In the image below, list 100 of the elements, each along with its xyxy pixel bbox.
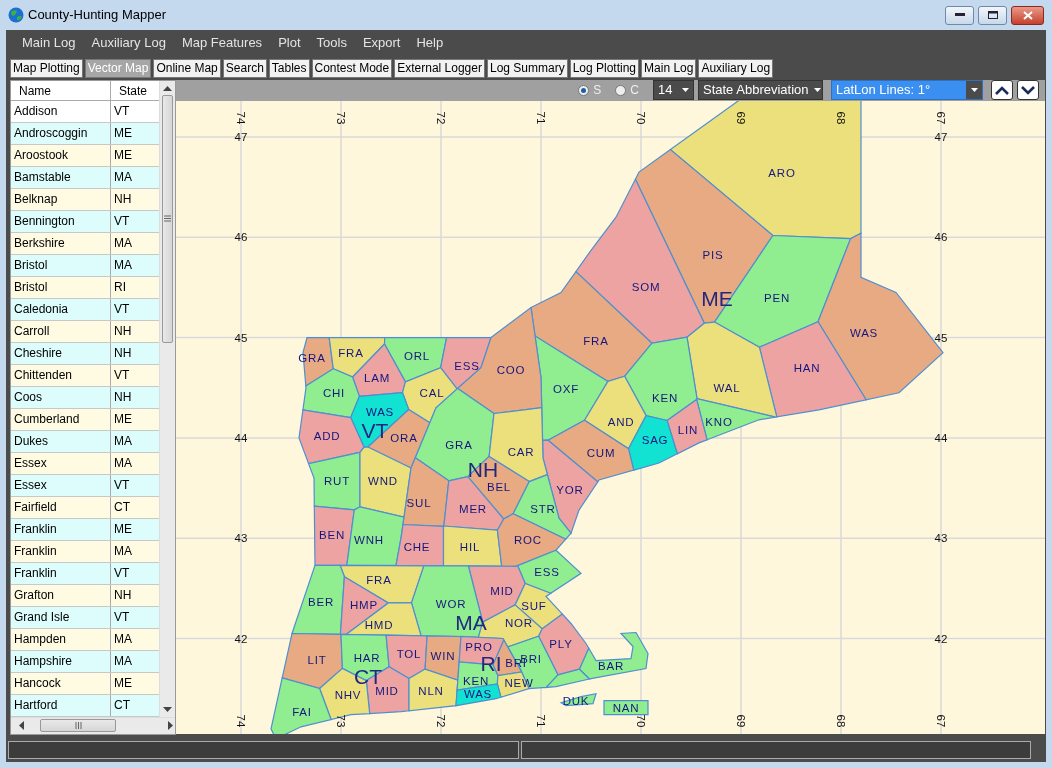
scroll-thumb[interactable] — [40, 719, 116, 733]
maximize-button[interactable] — [978, 5, 1007, 25]
grip-icon — [74, 722, 82, 730]
county-region[interactable] — [603, 699, 649, 715]
tab[interactable]: Log Plotting — [569, 59, 640, 79]
table-row[interactable]: Essex VT — [11, 474, 159, 497]
tab[interactable]: Online Map — [153, 59, 221, 79]
table-row[interactable]: Hancock ME — [11, 672, 159, 695]
county-label: LIT — [307, 653, 327, 666]
table-row[interactable]: Grafton NH — [11, 584, 159, 607]
table-row[interactable]: Franklin ME — [11, 518, 159, 541]
county-label: HMD — [364, 619, 394, 632]
table-row[interactable]: Aroostook ME — [11, 144, 159, 167]
tab[interactable]: External Logger — [394, 59, 485, 79]
county-label: SUF — [521, 600, 547, 613]
grid-label: 42 — [934, 632, 948, 645]
table-row[interactable]: Belknap NH — [11, 188, 159, 211]
grid-label: 72 — [435, 714, 447, 728]
table-cell-text: VT — [113, 366, 131, 384]
table-row[interactable]: Bristol RI — [11, 276, 159, 299]
menu-item[interactable]: Help — [408, 32, 452, 53]
tab[interactable]: Tables — [268, 59, 310, 79]
tab[interactable]: Map Plotting — [10, 59, 83, 79]
chevron-up-icon — [995, 85, 1009, 95]
table-row[interactable]: Franklin MA — [11, 540, 159, 563]
county-label: CUM — [586, 446, 616, 459]
table-row[interactable]: Coos NH — [11, 386, 159, 409]
chevron-down-icon — [1021, 85, 1035, 95]
state-label: VT — [361, 419, 389, 442]
table-row[interactable]: Chittenden VT — [11, 364, 159, 387]
radio-button[interactable] — [615, 84, 627, 96]
table-row[interactable]: Hampshire MA — [11, 650, 159, 673]
menu-item[interactable]: Export — [354, 32, 409, 53]
menu-item[interactable]: Main Log — [14, 32, 84, 53]
grid-label: 71 — [535, 111, 547, 125]
tab[interactable]: Search — [222, 59, 267, 79]
county-label: PLY — [549, 637, 573, 650]
grid-label: 73 — [335, 111, 347, 125]
table-row[interactable]: Hampden MA — [11, 628, 159, 651]
close-button[interactable] — [1011, 5, 1044, 25]
table-cell: Dukes — [11, 430, 111, 452]
scroll-down-button[interactable] — [1017, 80, 1039, 101]
table-row[interactable]: Essex MA — [11, 452, 159, 475]
table-row[interactable]: Androscoggin ME — [11, 122, 159, 145]
table-row[interactable]: Caledonia VT — [11, 298, 159, 321]
caret-icon — [813, 88, 821, 93]
table-row[interactable]: Dukes MA — [11, 430, 159, 453]
county-label: RUT — [324, 474, 350, 487]
scrollbar[interactable] — [159, 80, 175, 717]
grid-label: 46 — [234, 230, 248, 243]
column-header[interactable]: State — [111, 80, 159, 101]
table-row[interactable]: Addison VT — [11, 100, 159, 123]
window-title: County-Hunting Mapper — [28, 6, 167, 25]
menu-item[interactable]: Plot — [270, 32, 309, 53]
table-row[interactable]: Bristol MA — [11, 254, 159, 277]
table-cell: Androscoggin — [11, 122, 111, 144]
county-label: WAS — [365, 405, 395, 418]
scroll-up-button[interactable] — [991, 80, 1013, 101]
scroll-left-icon — [19, 721, 24, 731]
county-region[interactable] — [344, 601, 422, 637]
table-row[interactable]: Franklin VT — [11, 562, 159, 585]
table-cell: Berkshire — [11, 232, 111, 254]
caret-icon — [970, 88, 978, 93]
radio-button[interactable] — [578, 84, 590, 96]
font-size-dropdown[interactable]: 14 — [653, 80, 694, 101]
tab[interactable]: Main Log — [641, 59, 697, 79]
menu-item[interactable]: Map Features — [173, 32, 271, 53]
county-region[interactable] — [408, 668, 459, 712]
table-cell-text: VT — [113, 608, 131, 626]
menu-item[interactable]: Auxiliary Log — [83, 32, 174, 53]
county-label: WIN — [430, 649, 456, 662]
county-region[interactable] — [546, 419, 635, 483]
scroll-thumb[interactable] — [162, 94, 173, 343]
county-label: KEN — [463, 674, 489, 687]
table-row[interactable]: Fairfield CT — [11, 496, 159, 519]
table-cell: Caledonia — [11, 298, 111, 320]
table-cell: Chittenden — [11, 364, 111, 386]
column-header[interactable]: Name — [11, 80, 111, 101]
table-row[interactable]: Bamstable MA — [11, 166, 159, 189]
table-row[interactable]: Bennington VT — [11, 210, 159, 233]
tab[interactable]: Contest Mode — [311, 59, 393, 79]
table-cell: Coos — [11, 386, 111, 408]
table-row[interactable]: Cumberland ME — [11, 408, 159, 431]
county-label: LAM — [364, 371, 390, 384]
minimize-button[interactable] — [945, 5, 974, 25]
state-label: ME — [701, 286, 733, 310]
county-label: HMP — [350, 599, 378, 612]
tab[interactable]: Log Summary — [486, 59, 568, 79]
table-row[interactable]: Berkshire MA — [11, 232, 159, 255]
tab[interactable]: Auxiliary Log — [698, 59, 774, 79]
table-row[interactable]: Grand Isle VT — [11, 606, 159, 629]
table-row[interactable]: Carroll NH — [11, 320, 159, 343]
table-cell: Cheshire — [11, 342, 111, 364]
table-row[interactable]: Hartford CT — [11, 694, 159, 717]
radio-label: S — [593, 82, 602, 100]
label-mode-dropdown[interactable]: State Abbreviation — [698, 80, 823, 101]
county-label: FRA — [366, 573, 392, 586]
menu-item[interactable]: Tools — [308, 32, 355, 53]
table-row[interactable]: Cheshire NH — [11, 342, 159, 365]
county-region[interactable] — [544, 668, 597, 706]
